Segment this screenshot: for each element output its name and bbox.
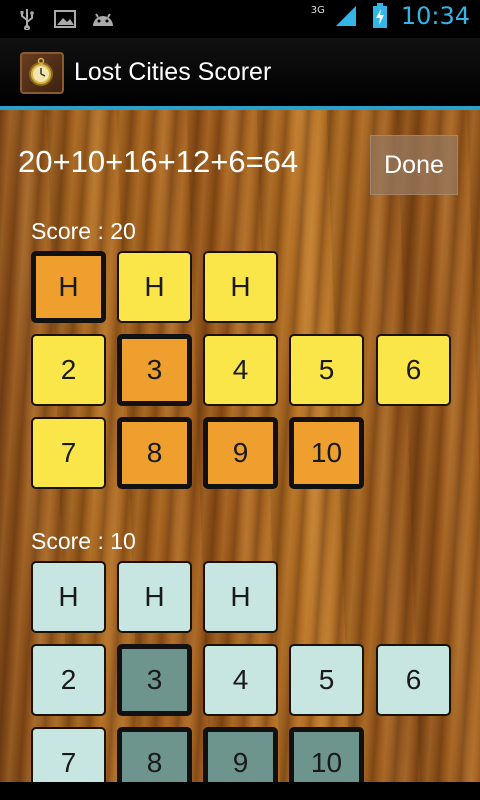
card-yellow-6[interactable]: 6 [376, 334, 451, 406]
card-yellow-8[interactable]: 8 [117, 417, 192, 489]
card-teal-4[interactable]: 4 [203, 644, 278, 716]
android-icon [90, 6, 116, 32]
network-type: 3G [310, 4, 325, 16]
card-yellow-5[interactable]: 5 [289, 334, 364, 406]
card-teal-7[interactable]: 7 [31, 727, 106, 782]
card-teal-10[interactable]: 10 [289, 727, 364, 782]
card-yellow-9[interactable]: 9 [203, 417, 278, 489]
card-teal-handshake[interactable]: H [117, 561, 192, 633]
card-yellow-handshake[interactable]: H [203, 251, 278, 323]
card-yellow-handshake[interactable]: H [31, 251, 106, 323]
pocket-watch-icon[interactable] [20, 52, 64, 94]
screen-bottom-edge [0, 782, 480, 800]
card-yellow-4[interactable]: 4 [203, 334, 278, 406]
card-teal-5[interactable]: 5 [289, 644, 364, 716]
card-yellow-7[interactable]: 7 [31, 417, 106, 489]
usb-icon [14, 6, 40, 32]
card-teal-handshake[interactable]: H [203, 561, 278, 633]
battery-charging-icon [367, 3, 393, 29]
card-yellow-2[interactable]: 2 [31, 334, 106, 406]
clock: 10:34 [400, 2, 470, 30]
card-teal-9[interactable]: 9 [203, 727, 278, 782]
scorer-panel: 20+10+16+12+6=64 Done Score : 20 H H H 2… [0, 110, 480, 782]
system-icons: 3G 10:34 [311, 2, 470, 30]
card-teal-2[interactable]: 2 [31, 644, 106, 716]
card-teal-8[interactable]: 8 [117, 727, 192, 782]
card-yellow-10[interactable]: 10 [289, 417, 364, 489]
action-bar: Lost Cities Scorer [0, 38, 480, 110]
card-teal-handshake[interactable]: H [31, 561, 106, 633]
card-teal-6[interactable]: 6 [376, 644, 451, 716]
notification-icons [14, 6, 116, 32]
card-yellow-handshake[interactable]: H [117, 251, 192, 323]
score-label-teal: Score : 10 [31, 528, 136, 554]
card-teal-3[interactable]: 3 [117, 644, 192, 716]
done-button[interactable]: Done [370, 135, 458, 195]
total-equation: 20+10+16+12+6=64 [18, 144, 299, 179]
image-icon [52, 6, 78, 32]
score-label-yellow: Score : 20 [31, 218, 136, 244]
status-bar: 3G 10:34 [0, 0, 480, 38]
signal-icon [333, 3, 359, 29]
app-title: Lost Cities Scorer [74, 58, 272, 86]
card-yellow-3[interactable]: 3 [117, 334, 192, 406]
